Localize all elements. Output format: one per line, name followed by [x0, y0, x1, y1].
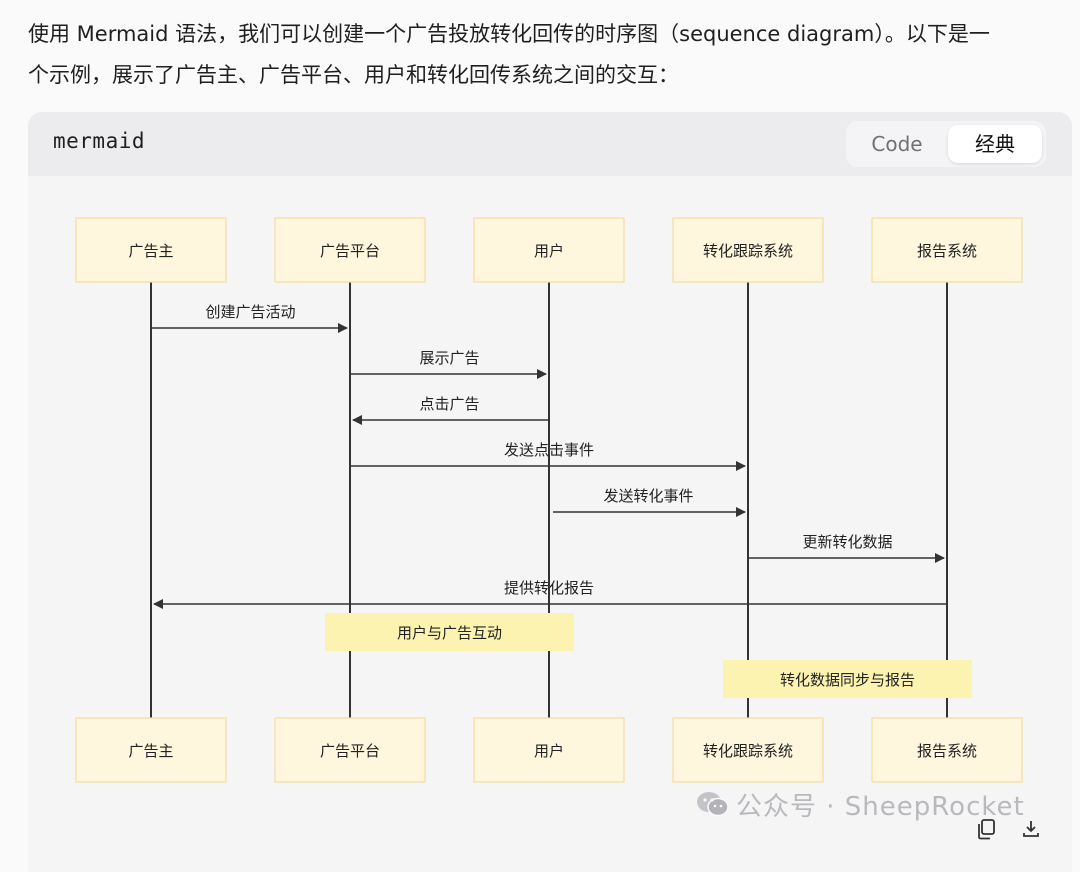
- tab-code[interactable]: Code: [850, 125, 944, 163]
- note-label: 用户与广告互动: [397, 624, 502, 642]
- participant-label-top: 广告平台: [320, 242, 380, 260]
- intro-paragraph: 使用 Mermaid 语法，我们可以创建一个广告投放转化回传的时序图（seque…: [28, 14, 1068, 96]
- participant-label-bottom: 报告系统: [917, 742, 977, 760]
- download-icon[interactable]: [1020, 818, 1042, 840]
- intro-line-2: 个示例，展示了广告主、广告平台、用户和转化回传系统之间的交互：: [28, 63, 679, 87]
- message-label: 发送转化事件: [603, 487, 693, 505]
- participant-label-top: 报告系统: [917, 242, 977, 260]
- code-block: mermaid Code 经典 用户与广告互动 转化数据同步与报告 广告主 广告主 广告…: [28, 112, 1072, 872]
- participant-label-top: 广告主: [128, 242, 173, 260]
- wechat-icon: [696, 790, 730, 825]
- message-label: 更新转化数据: [802, 533, 892, 551]
- copy-icon[interactable]: [976, 818, 998, 840]
- tab-classic[interactable]: 经典: [948, 125, 1042, 163]
- message-label: 提供转化报告: [504, 579, 594, 597]
- participant-label-bottom: 广告主: [128, 742, 173, 760]
- participant-label-bottom: 转化跟踪系统: [703, 742, 793, 760]
- message-label: 展示广告: [419, 349, 479, 367]
- message-label: 发送点击事件: [504, 441, 594, 459]
- sequence-diagram: 用户与广告互动 转化数据同步与报告 广告主 广告主 广告平台 广告平台 用户 用户 转化跟踪系统…: [28, 176, 1072, 872]
- participant-label-bottom: 广告平台: [320, 742, 380, 760]
- participant-label-top: 转化跟踪系统: [703, 242, 793, 260]
- code-block-header: mermaid Code 经典: [28, 112, 1072, 176]
- message-label: 创建广告活动: [205, 303, 295, 321]
- note-label: 转化数据同步与报告: [780, 671, 915, 689]
- sequence-diagram-svg: 用户与广告互动转化数据同步与报告广告主广告主广告平台广告平台用户用户转化跟踪系统…: [75, 217, 1023, 783]
- participant-label-bottom: 用户: [534, 742, 564, 760]
- participant-label-top: 用户: [534, 242, 564, 260]
- intro-line-1: 使用 Mermaid 语法，我们可以创建一个广告投放转化回传的时序图（seque…: [28, 22, 990, 46]
- view-toggle: Code 经典: [846, 121, 1046, 167]
- language-label: mermaid: [53, 129, 146, 153]
- message-label: 点击广告: [419, 395, 479, 413]
